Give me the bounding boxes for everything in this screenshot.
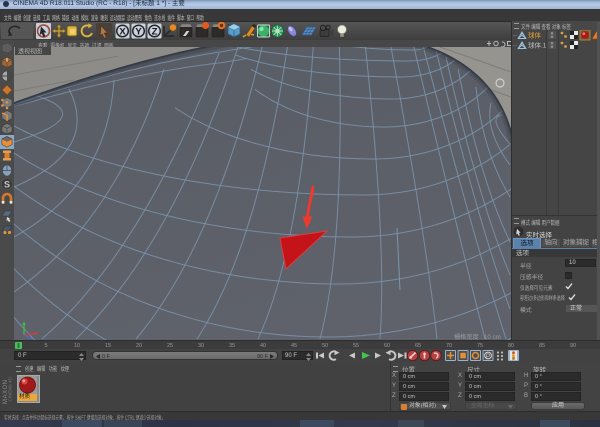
svg-text:S: S <box>4 179 10 189</box>
svg-text:Y: Y <box>135 26 142 37</box>
svg-text:球体: 球体 <box>528 31 542 40</box>
svg-text:P: P <box>486 354 490 360</box>
svg-text:Z: Z <box>152 26 158 37</box>
svg-text:透视视图: 透视视图 <box>18 48 42 56</box>
svg-text:球体.1: 球体.1 <box>528 41 547 50</box>
svg-text:X: X <box>119 26 126 37</box>
svg-text:栅格宽度 : 10 cm: 栅格宽度 : 10 cm <box>454 333 501 340</box>
